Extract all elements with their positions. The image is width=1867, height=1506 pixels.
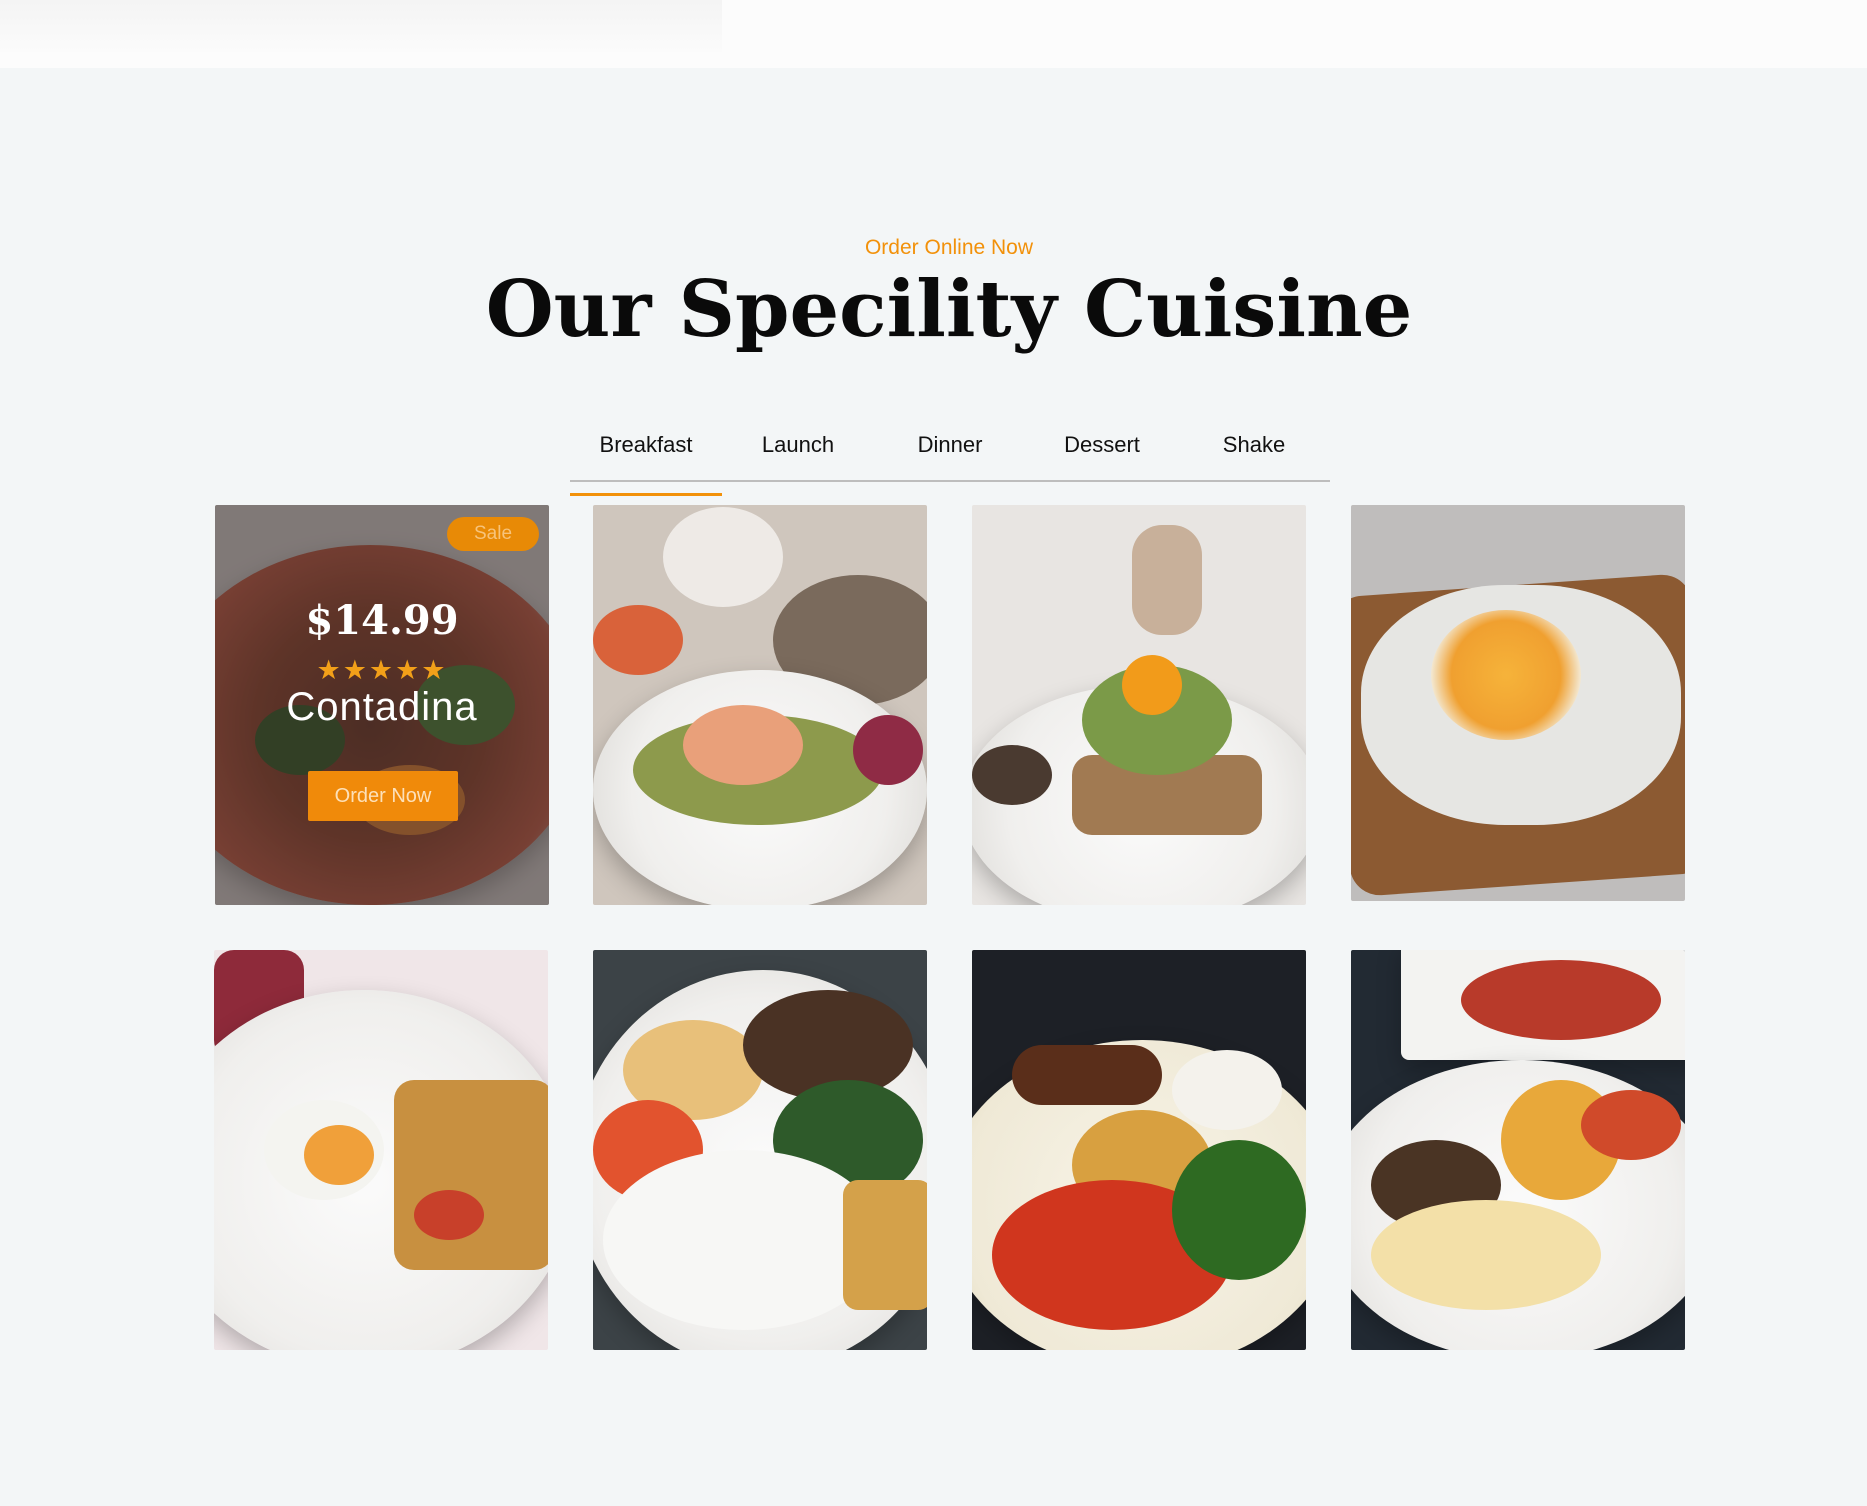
dish-image (593, 505, 927, 905)
dish-image (1351, 950, 1685, 1350)
header-fade (0, 0, 722, 52)
tab-launch[interactable]: Launch (722, 426, 874, 480)
dish-image (972, 505, 1306, 905)
star-rating: ★★★★★ (316, 655, 448, 685)
dish-card[interactable] (214, 950, 548, 1350)
section-subtitle: Order Online Now (864, 236, 1034, 259)
dish-name: Contadina (286, 685, 478, 729)
dish-card[interactable] (972, 950, 1306, 1350)
order-now-button[interactable]: Order Now (308, 771, 458, 821)
specialty-cuisine-section: Order Online Now Our Specility Cuisine B… (0, 68, 1867, 1506)
menu-category-tabs: Breakfast Launch Dinner Dessert Shake (570, 426, 1330, 496)
tab-dinner[interactable]: Dinner (874, 426, 1026, 480)
tab-shake[interactable]: Shake (1178, 426, 1330, 480)
section-title: Our Specility Cuisine (485, 264, 1413, 355)
top-header-bar (0, 0, 1867, 68)
dish-price: $14.99 (305, 597, 459, 644)
dish-image (593, 950, 927, 1350)
dish-card[interactable] (972, 505, 1306, 905)
dish-image (972, 950, 1306, 1350)
tab-dessert[interactable]: Dessert (1026, 426, 1178, 480)
dish-image (214, 950, 548, 1350)
dish-card[interactable] (1351, 950, 1685, 1350)
dish-card[interactable] (593, 505, 927, 905)
sale-badge: Sale (447, 517, 539, 551)
tab-breakfast[interactable]: Breakfast (570, 426, 722, 496)
featured-dish-card[interactable]: Sale $14.99 ★★★★★ Contadina Order Now (215, 505, 549, 905)
dish-image (1351, 505, 1685, 901)
dish-card[interactable] (593, 950, 927, 1350)
dish-card[interactable] (1351, 505, 1685, 901)
